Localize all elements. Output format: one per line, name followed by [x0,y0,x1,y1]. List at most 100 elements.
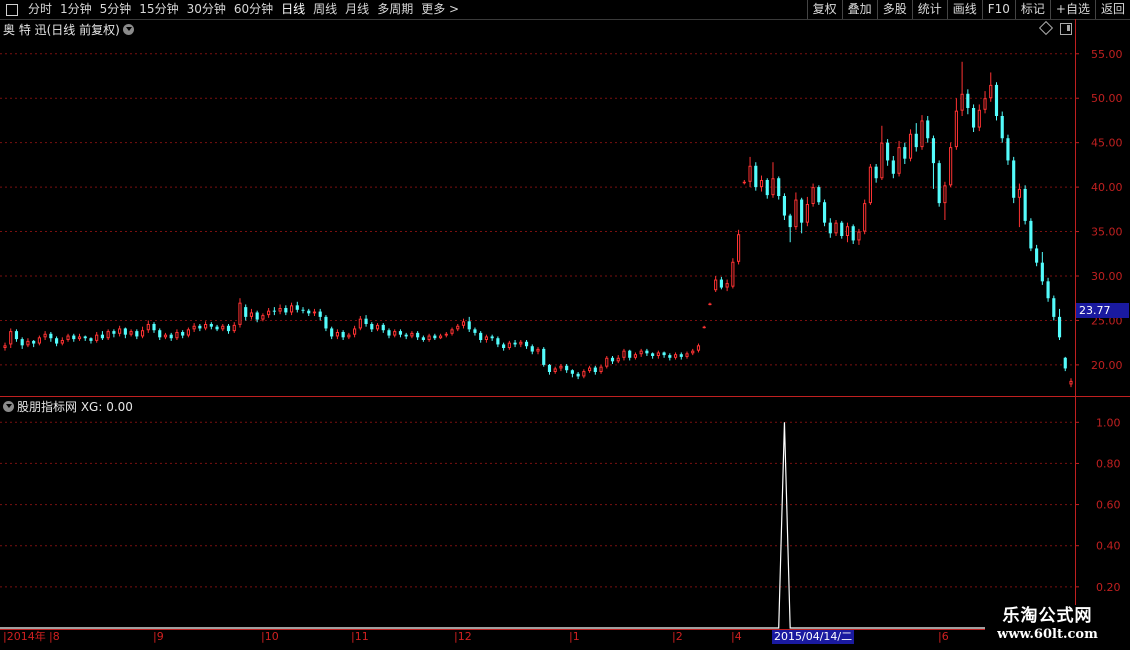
candle [318,308,322,321]
candle [209,322,213,330]
candle [416,331,420,340]
window-icon[interactable] [6,3,18,16]
candle [610,356,615,364]
candle-body [289,305,294,313]
candle-body [633,354,638,358]
period-tab-6[interactable]: 日线 [277,0,309,19]
candle [249,308,254,320]
candles[interactable] [3,61,1073,388]
toolbar-button-5[interactable]: F10 [981,0,1015,19]
candle-body [175,332,179,339]
period-tab-1[interactable]: 1分钟 [56,0,96,19]
stock-name: 奥 特 迅(日线 前复权) [3,23,120,37]
period-tab-5[interactable]: 60分钟 [230,0,277,19]
candle-body [828,222,832,234]
toolbar-button-0[interactable]: 复权 [806,0,842,19]
time-axis-label: |6 [938,630,949,643]
candle-body [977,109,981,128]
period-tab-4[interactable]: 30分钟 [183,0,230,19]
candle-body [1069,380,1073,385]
stock-title: 奥 特 迅(日线 前复权) [3,21,134,38]
layout-toggle-icon[interactable] [1060,23,1072,35]
candle-body [43,333,47,338]
candle-body [748,165,752,182]
candle-body [450,329,454,334]
candle [800,197,804,234]
period-tab-10[interactable]: 更多 > [417,0,463,19]
candle [622,348,626,361]
chevron-down-icon[interactable] [3,401,14,412]
candle [834,220,838,236]
candle-body [714,279,718,291]
indicator-name: 股朋指标网 XG: 0.00 [17,400,133,414]
period-tab-2[interactable]: 5分钟 [96,0,136,19]
candle [467,316,471,332]
candle-body [788,215,792,228]
candle [828,218,832,238]
candle-body [307,310,311,314]
candle [777,176,781,200]
candle-body [186,329,190,336]
candle [330,326,334,340]
candle [158,328,162,340]
candle-body [358,318,362,329]
candle-body [123,328,127,335]
candle-body [1000,116,1004,139]
candle [759,175,764,192]
candle [490,334,494,341]
period-tabs: 分时 1分钟 5分钟 15分钟 30分钟 60分钟 日线 周线 月线 多周期 更多 > [24,0,463,19]
period-tab-0[interactable]: 分时 [24,0,56,19]
candle-body [513,342,517,345]
candle [289,302,294,316]
candle-body [370,324,374,330]
candle [32,340,36,348]
candle [897,140,901,177]
time-axis-label: |9 [153,630,164,643]
candle [960,61,964,116]
period-tab-9[interactable]: 多周期 [373,0,417,19]
candle-body [868,166,872,204]
time-axis-label: |2 [672,630,683,643]
candle [908,129,913,162]
candle [20,337,24,349]
candle-body [232,324,236,332]
toolbar-button-7[interactable]: +自选 [1049,0,1095,19]
candle-body [719,279,723,288]
candle [989,72,993,102]
candle [433,333,437,340]
toolbar-button-3[interactable]: 统计 [911,0,947,19]
candle-body [295,305,299,310]
candle-body [1012,160,1016,198]
candle-body [622,350,626,358]
kline-chart-canvas[interactable]: 55.0050.0045.0040.0035.0030.0025.0020.00… [0,0,1130,650]
candle-body [610,357,615,362]
toolbar-button-8[interactable]: 返回 [1094,0,1130,19]
candle [971,104,976,132]
candle [169,332,173,341]
candle [1035,244,1039,267]
candle [502,342,506,351]
toolbar-button-2[interactable]: 多股 [876,0,912,19]
diamond-icon[interactable] [1038,20,1054,36]
candle-body [616,357,620,362]
candle [937,160,941,207]
candle-body [685,353,689,357]
candle [943,181,947,220]
candle-body [708,303,712,306]
period-tab-7[interactable]: 周线 [309,0,341,19]
candle-body [100,334,105,339]
price-axis-label: 55.00 [1091,48,1123,61]
candle [60,337,64,346]
candle-body [83,336,87,339]
candle-body [226,325,231,332]
chevron-down-icon[interactable] [122,24,134,35]
candle-body [221,325,225,330]
toolbar-button-1[interactable]: 叠加 [841,0,877,19]
period-tab-3[interactable]: 15分钟 [135,0,182,19]
toolbar-button-6[interactable]: 标记 [1014,0,1050,19]
candle-body [1046,281,1050,299]
toolbar-button-4[interactable]: 画线 [946,0,982,19]
candle-body [966,93,970,108]
period-tab-8[interactable]: 月线 [341,0,373,19]
candle-body [118,328,122,334]
